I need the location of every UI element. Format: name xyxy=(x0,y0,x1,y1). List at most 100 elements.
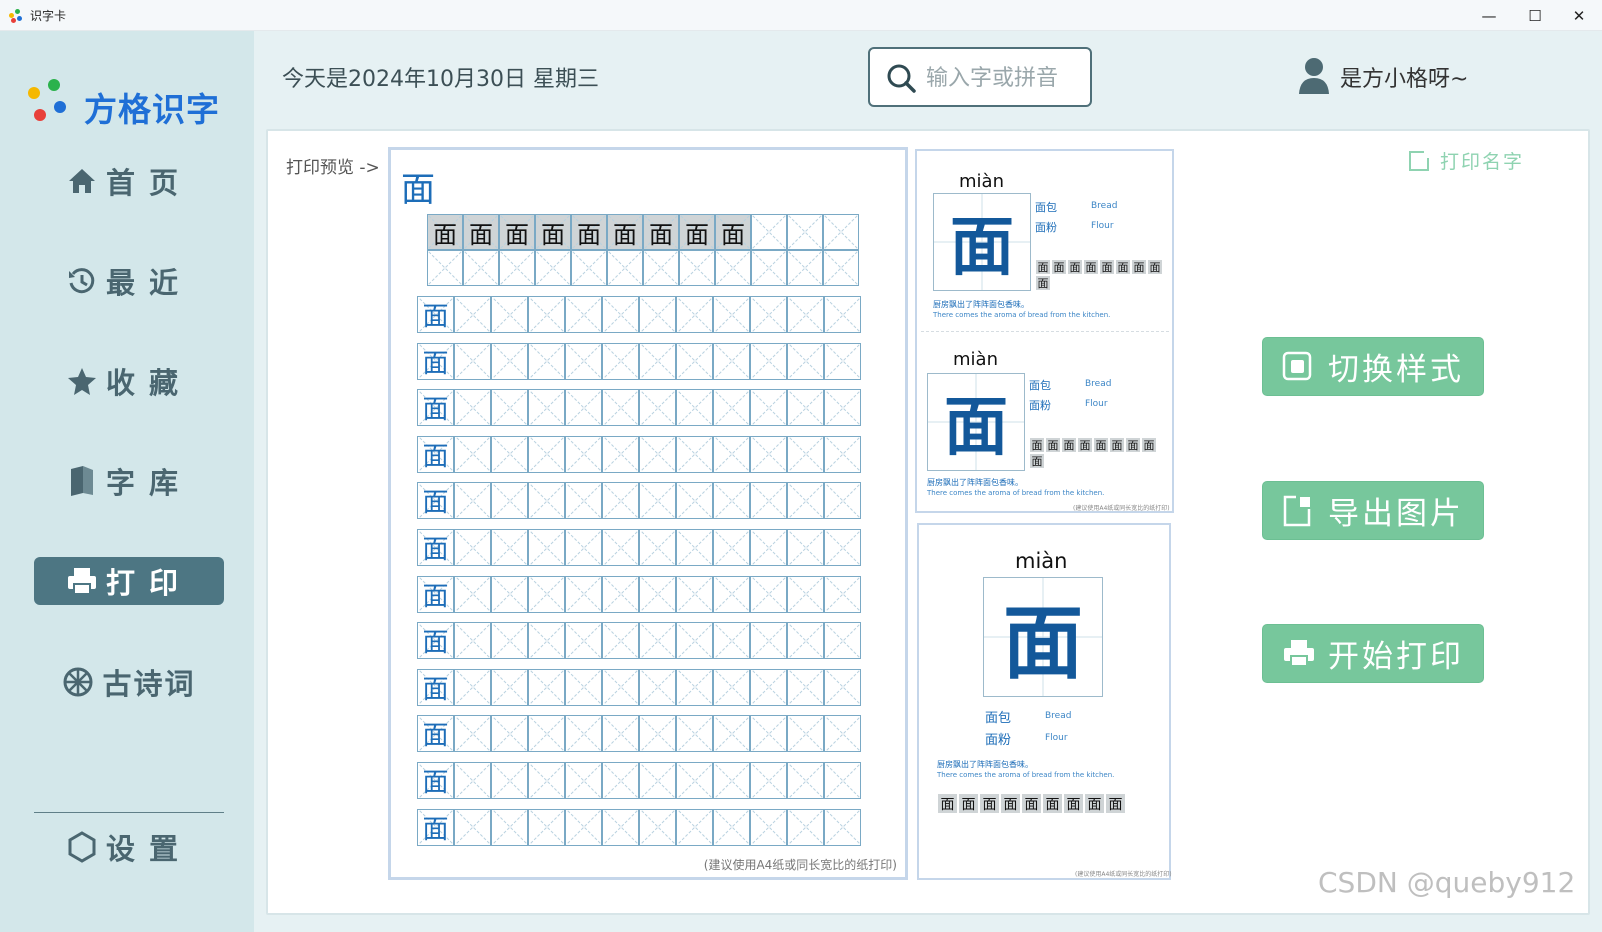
window-title: 识字卡 xyxy=(30,9,67,23)
card-style-twoup-preview[interactable]: miàn 面 面包 Bread 面粉 Flour 面面面面面面面面面 厨房飘出了… xyxy=(915,149,1174,513)
mini-stroke-glyph: 面 xyxy=(1067,259,1083,275)
practice-cell xyxy=(824,715,861,753)
card-character: 面 xyxy=(944,390,1008,465)
practice-model-character: 面 xyxy=(422,581,449,612)
practice-cell xyxy=(750,296,787,333)
sidebar-item-print[interactable]: 打印 xyxy=(34,557,224,605)
practice-cell xyxy=(639,296,676,333)
logo-dot-yellow-icon xyxy=(28,87,40,99)
practice-cell xyxy=(787,575,824,613)
practice-model-character: 面 xyxy=(422,395,449,426)
sidebar-item-library[interactable]: 字库 xyxy=(34,457,224,505)
practice-cell xyxy=(639,435,676,473)
practice-cell xyxy=(824,668,861,706)
card-stroke-order: 面面面面面面面面面 xyxy=(1035,259,1167,291)
stroke-cell: 面 xyxy=(463,214,499,250)
user-profile[interactable]: 是方小格呀~ xyxy=(1298,55,1468,99)
paper-size-note: (建议使用A4纸或同长宽比的纸打印) xyxy=(703,858,897,872)
practice-cell xyxy=(676,435,713,473)
practice-cell xyxy=(676,482,713,520)
stroke-cell xyxy=(823,214,859,250)
close-button[interactable]: ✕ xyxy=(1556,0,1602,31)
minimize-button[interactable]: — xyxy=(1466,0,1512,31)
practice-cell xyxy=(602,715,639,753)
print-name-toggle[interactable]: 打印名字 xyxy=(1408,147,1524,174)
practice-cell xyxy=(454,342,491,380)
practice-cell xyxy=(454,389,491,427)
practice-cell xyxy=(824,529,861,566)
start-print-button[interactable]: 开始打印 xyxy=(1262,624,1484,683)
mini-stroke-glyph: 面 xyxy=(1035,275,1051,291)
practice-cell xyxy=(676,342,713,380)
blank-cell xyxy=(499,250,535,286)
card-stroke-order: 面面面面面面面面面 xyxy=(937,793,1147,814)
mini-stroke-glyph: 面 xyxy=(1105,793,1126,814)
practice-row: 面 xyxy=(417,668,861,706)
practice-cell xyxy=(602,435,639,473)
practice-cell xyxy=(787,529,824,566)
search-box[interactable] xyxy=(868,47,1092,107)
practice-row: 面 xyxy=(417,529,861,566)
practice-cell xyxy=(639,808,676,846)
blank-cell xyxy=(715,250,751,286)
practice-cell xyxy=(639,575,676,613)
card-sentence: 厨房飘出了阵阵面包香味。 xyxy=(933,300,1029,309)
sidebar-item-poetry[interactable]: 古诗词 xyxy=(34,658,224,706)
sidebar-item-label: 打印 xyxy=(105,566,192,600)
practice-cell xyxy=(454,808,491,846)
practice-cell xyxy=(750,668,787,706)
practice-cell xyxy=(787,296,824,333)
logo-dot-blue-icon xyxy=(54,101,66,113)
practice-cell: 面 xyxy=(417,435,454,473)
card-sentence: 厨房飘出了阵阵面包香味。 xyxy=(937,760,1033,769)
practice-cell xyxy=(787,342,824,380)
sidebar-item-settings[interactable]: 设置 xyxy=(34,823,224,871)
sidebar-item-favorites[interactable]: 收藏 xyxy=(34,357,224,405)
maximize-button[interactable]: ☐ xyxy=(1512,0,1558,31)
card-sentence-en: There comes the aroma of bread from the … xyxy=(933,311,1111,319)
practice-cell xyxy=(565,715,602,753)
stroke-order-row: 面面面面面面面面面 xyxy=(427,214,859,250)
card-style-single-preview[interactable]: miàn 面 面包 Bread 面粉 Flour 厨房飘出了阵阵面包香味。 Th… xyxy=(917,523,1172,880)
practice-cell: 面 xyxy=(417,529,454,566)
practice-cell xyxy=(454,575,491,613)
sidebar-item-recent[interactable]: 最近 xyxy=(34,257,224,305)
card-word-2: 面粉 xyxy=(1029,399,1051,412)
blank-cell xyxy=(679,250,715,286)
practice-cell xyxy=(491,808,528,846)
practice-model-character: 面 xyxy=(422,721,449,752)
mini-stroke-glyph: 面 xyxy=(958,793,979,814)
mini-stroke-glyph: 面 xyxy=(1131,259,1147,275)
practice-cell xyxy=(602,529,639,566)
practice-cell xyxy=(491,435,528,473)
start-print-label: 开始打印 xyxy=(1328,639,1464,675)
practice-cell xyxy=(676,668,713,706)
sidebar-item-label: 最近 xyxy=(105,266,192,300)
mini-stroke-glyph: 面 xyxy=(1000,793,1021,814)
practice-row: 面 xyxy=(417,389,861,427)
mini-stroke-glyph: 面 xyxy=(1115,259,1131,275)
sidebar-item-home[interactable]: 首页 xyxy=(34,157,224,205)
user-icon xyxy=(1298,57,1332,97)
switch-style-button[interactable]: 切换样式 xyxy=(1262,337,1484,396)
sidebar-item-label: 字库 xyxy=(105,466,192,500)
blank-cell xyxy=(643,250,679,286)
card-pinyin: miàn xyxy=(1015,549,1068,573)
mini-stroke-glyph: 面 xyxy=(1099,259,1115,275)
practice-model-character: 面 xyxy=(422,441,449,472)
practice-cell xyxy=(676,715,713,753)
export-image-button[interactable]: 导出图片 xyxy=(1262,481,1484,540)
search-input[interactable] xyxy=(926,61,1082,95)
card-pinyin: miàn xyxy=(953,349,998,370)
stroke-cell xyxy=(751,214,787,250)
practice-cell xyxy=(454,482,491,520)
blank-cell xyxy=(427,250,463,286)
practice-model-character: 面 xyxy=(422,628,449,659)
practice-cell xyxy=(528,808,565,846)
practice-cell xyxy=(787,389,824,427)
card-sentence: 厨房飘出了阵阵面包香味。 xyxy=(927,478,1023,487)
practice-cell: 面 xyxy=(417,575,454,613)
practice-model-character: 面 xyxy=(422,768,449,798)
card-cut-line xyxy=(921,331,1169,332)
stroke-cell: 面 xyxy=(607,214,643,250)
